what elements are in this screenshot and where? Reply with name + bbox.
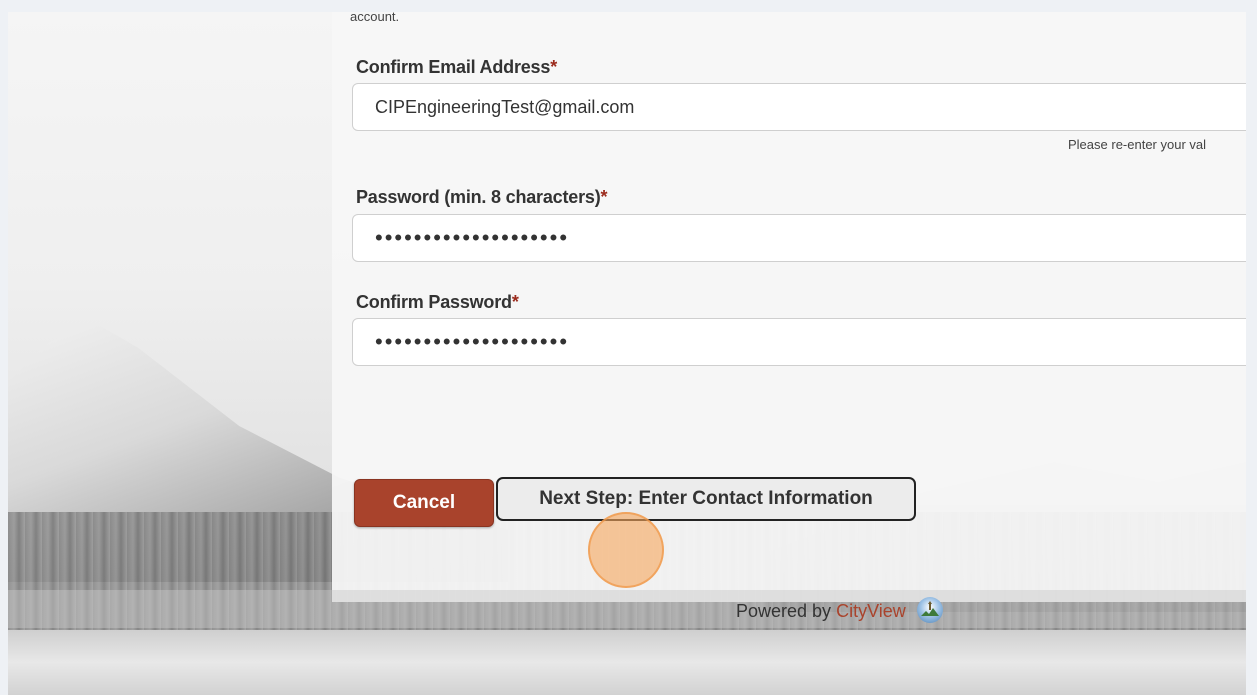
password-label-text: Password (min. 8 characters) bbox=[356, 187, 601, 207]
confirm-password-label: Confirm Password* bbox=[356, 292, 519, 313]
required-marker: * bbox=[550, 57, 557, 77]
required-marker: * bbox=[600, 187, 608, 207]
click-indicator bbox=[588, 512, 664, 588]
powered-by-text: Powered by bbox=[736, 601, 832, 621]
footer-band bbox=[8, 590, 1246, 628]
next-step-button[interactable]: Next Step: Enter Contact Information bbox=[496, 477, 916, 521]
powered-by: Powered by CityView bbox=[736, 597, 943, 623]
password-field[interactable]: •••••••••••••••••••• bbox=[352, 214, 1246, 262]
confirm-email-label: Confirm Email Address* bbox=[356, 57, 557, 78]
confirm-email-label-text: Confirm Email Address bbox=[356, 57, 551, 77]
cityview-link[interactable]: CityView bbox=[836, 601, 906, 621]
cityview-logo-icon bbox=[916, 597, 943, 623]
password-label: Password (min. 8 characters)* bbox=[356, 187, 608, 208]
confirm-email-hint: Please re-enter your val bbox=[1068, 137, 1207, 152]
confirm-password-field[interactable]: •••••••••••••••••••• bbox=[352, 318, 1246, 366]
background-lake bbox=[8, 630, 1246, 695]
account-text: account. bbox=[350, 12, 400, 24]
cancel-button[interactable]: Cancel bbox=[354, 479, 494, 527]
required-marker: * bbox=[511, 292, 519, 312]
confirm-password-label-text: Confirm Password bbox=[356, 292, 512, 312]
browser-viewport: account. Confirm Email Address* Please r… bbox=[8, 12, 1246, 695]
confirm-email-field[interactable] bbox=[352, 83, 1246, 131]
